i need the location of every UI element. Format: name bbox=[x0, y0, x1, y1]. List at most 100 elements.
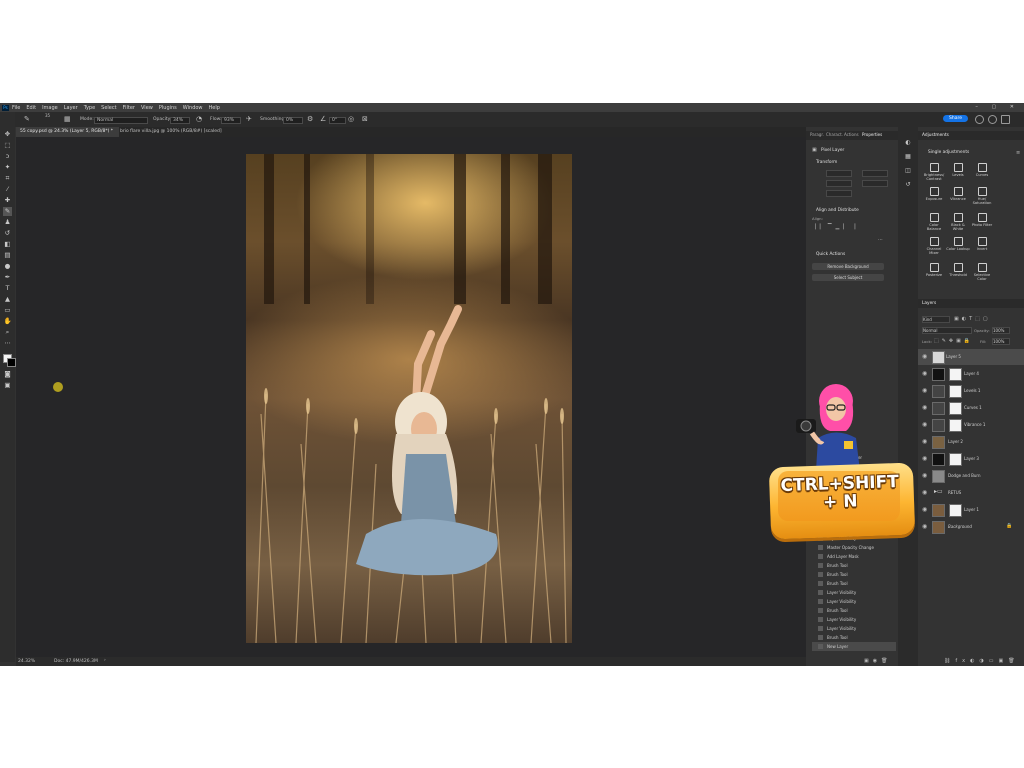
menu-window[interactable]: Window bbox=[183, 105, 203, 111]
history-item[interactable]: Layer Visibility bbox=[812, 624, 896, 633]
window-controls[interactable]: – ▢ ✕ bbox=[975, 104, 1020, 110]
gradient-icon[interactable]: ▤ bbox=[3, 251, 12, 260]
zoom-level[interactable]: 24.32% bbox=[18, 659, 35, 664]
adj-hue-saturation[interactable]: Hue/ Saturation bbox=[970, 187, 994, 209]
layer-filter-kind[interactable]: Kind bbox=[922, 316, 950, 323]
select-subject-button[interactable]: Select Subject bbox=[812, 274, 884, 281]
menu-file[interactable]: File bbox=[12, 105, 20, 111]
photo-canvas[interactable] bbox=[246, 154, 572, 643]
type-tool-icon[interactable]: T bbox=[3, 284, 12, 293]
x-field[interactable] bbox=[862, 170, 888, 177]
y-field[interactable] bbox=[862, 180, 888, 187]
hand-tool-icon[interactable]: ✋ bbox=[3, 317, 12, 326]
history-actions-icons[interactable]: ▣◉🗑 bbox=[864, 658, 891, 664]
tab-adjustments[interactable]: Adjustments bbox=[922, 133, 949, 138]
crop-tool-icon[interactable]: ⌗ bbox=[3, 174, 12, 183]
history-item[interactable]: Layer Visibility bbox=[812, 597, 896, 606]
history-item-current[interactable]: New Layer bbox=[812, 642, 896, 651]
layer-actions-icons[interactable]: ⛓fx◐◑▭▣🗑 bbox=[944, 658, 1020, 664]
menu-view[interactable]: View bbox=[141, 105, 153, 111]
layer-row[interactable]: ◉ Layer 4 bbox=[918, 366, 1024, 382]
shape-tool-icon[interactable]: ▭ bbox=[3, 306, 12, 315]
menu-filter[interactable]: Filter bbox=[123, 105, 135, 111]
search-icon[interactable] bbox=[975, 115, 984, 124]
share-button[interactable]: Share bbox=[943, 115, 968, 122]
layer-row[interactable]: ◉ Layer 2 bbox=[918, 434, 1024, 450]
status-arrow-icon[interactable]: › bbox=[104, 658, 106, 663]
quick-select-icon[interactable]: ✦ bbox=[3, 163, 12, 172]
path-select-icon[interactable]: ▲ bbox=[3, 295, 12, 304]
remove-background-button[interactable]: Remove Background bbox=[812, 263, 884, 270]
screen-mode-icon[interactable]: ▣ bbox=[3, 381, 12, 390]
history-item[interactable]: Brush Tool bbox=[812, 570, 896, 579]
adj-levels[interactable]: Levels bbox=[946, 163, 970, 185]
more-icon[interactable]: ⋯ bbox=[878, 237, 883, 243]
clone-stamp-icon[interactable]: ♟ bbox=[3, 218, 12, 227]
help-icon[interactable] bbox=[988, 115, 997, 124]
color-panel-icon[interactable]: ◐ bbox=[904, 139, 912, 147]
healing-brush-icon[interactable]: ✚ bbox=[3, 196, 12, 205]
adj-invert[interactable]: Invert bbox=[970, 237, 994, 259]
history-item[interactable]: Add Layer Mask bbox=[812, 552, 896, 561]
background-color-swatch[interactable] bbox=[7, 358, 16, 367]
adj-vibrance[interactable]: Vibrance bbox=[946, 187, 970, 209]
history-item[interactable]: Layer Visibility bbox=[812, 615, 896, 624]
swatches-panel-icon[interactable]: ▦ bbox=[904, 153, 912, 161]
layer-group-row[interactable]: ◉ ▸▭ RETUS bbox=[918, 485, 1024, 501]
menu-edit[interactable]: Edit bbox=[26, 105, 36, 111]
adj-curves[interactable]: Curves bbox=[970, 163, 994, 185]
smoothing-field[interactable]: 0% bbox=[283, 117, 303, 124]
workspace-icon[interactable] bbox=[1001, 115, 1010, 124]
pen-tool-icon[interactable]: ✒ bbox=[3, 273, 12, 282]
menu-type[interactable]: Type bbox=[84, 105, 95, 111]
brush-size-value[interactable]: 35 bbox=[45, 113, 50, 118]
menu-plugins[interactable]: Plugins bbox=[159, 105, 177, 111]
tab-paragraph[interactable]: Paragr. bbox=[810, 132, 824, 137]
symmetry-icon[interactable]: ⊠ bbox=[362, 115, 368, 123]
marquee-tool-icon[interactable]: ⬚ bbox=[3, 141, 12, 150]
layer-row[interactable]: ◉ Layer 5 bbox=[918, 349, 1024, 365]
pressure-size-icon[interactable]: ◎ bbox=[348, 115, 354, 123]
libraries-panel-icon[interactable]: ◫ bbox=[904, 167, 912, 175]
layer-filter-icons[interactable]: ▣◐T⬚▢ bbox=[954, 316, 991, 322]
gear-icon[interactable]: ⚙ bbox=[307, 115, 313, 123]
flow-field[interactable]: 93% bbox=[221, 117, 241, 124]
angle-icon[interactable]: ∠ bbox=[320, 115, 326, 123]
panel-menu-icon[interactable]: ≡ bbox=[1016, 150, 1020, 156]
tab-character[interactable]: Charact. bbox=[826, 132, 843, 137]
menu-select[interactable]: Select bbox=[101, 105, 116, 111]
align-icons[interactable]: ▕▏▔▁▏▕ bbox=[812, 224, 859, 230]
history-item[interactable]: Master Opacity Change bbox=[812, 543, 896, 552]
menu-image[interactable]: Image bbox=[42, 105, 58, 111]
lasso-tool-icon[interactable]: ↄ bbox=[3, 152, 12, 161]
eraser-icon[interactable]: ◧ bbox=[3, 240, 12, 249]
zoom-tool-icon[interactable]: ⌕ bbox=[3, 328, 12, 337]
pressure-opacity-icon[interactable]: ◔ bbox=[196, 115, 202, 123]
brush-tool-icon-active[interactable]: ✎ bbox=[3, 207, 12, 216]
tab-document-1[interactable]: 55 copy.psd @ 24.3% (Layer 5, RGB/8*) * bbox=[16, 127, 119, 137]
history-item[interactable]: Brush Tool bbox=[812, 579, 896, 588]
adj-selective-color[interactable]: Selective Color bbox=[970, 263, 994, 285]
adj-posterize[interactable]: Posterize bbox=[922, 263, 946, 285]
width-field[interactable] bbox=[826, 170, 852, 177]
menu-help[interactable]: Help bbox=[209, 105, 220, 111]
tab-layers[interactable]: Layers bbox=[922, 301, 936, 306]
canvas-area[interactable] bbox=[16, 137, 806, 657]
menu-layer[interactable]: Layer bbox=[64, 105, 78, 111]
adj-photo-filter[interactable]: Photo Filter bbox=[970, 213, 994, 235]
adj-color-balance[interactable]: Color Balance bbox=[922, 213, 946, 235]
history-item[interactable]: Layer Visibility bbox=[812, 588, 896, 597]
adj-black-white[interactable]: Black & White bbox=[946, 213, 970, 235]
dodge-icon[interactable]: ● bbox=[3, 262, 12, 271]
angle-field[interactable] bbox=[826, 190, 852, 197]
airbrush-icon[interactable]: ✈ bbox=[246, 115, 252, 123]
layer-row[interactable]: ◉ Layer 3 bbox=[918, 451, 1024, 467]
blend-mode-select[interactable]: Normal bbox=[922, 327, 972, 334]
eyedropper-icon[interactable]: ⁄ bbox=[3, 185, 12, 194]
edit-toolbar-icon[interactable]: ⋯ bbox=[3, 339, 12, 348]
height-field[interactable] bbox=[826, 180, 852, 187]
history-brush-icon[interactable]: ↺ bbox=[3, 229, 12, 238]
layer-row[interactable]: ◉ Dodge and Burn bbox=[918, 468, 1024, 484]
adj-color-lookup[interactable]: Color Lookup bbox=[946, 237, 970, 259]
mode-select[interactable]: Normal bbox=[94, 117, 148, 124]
